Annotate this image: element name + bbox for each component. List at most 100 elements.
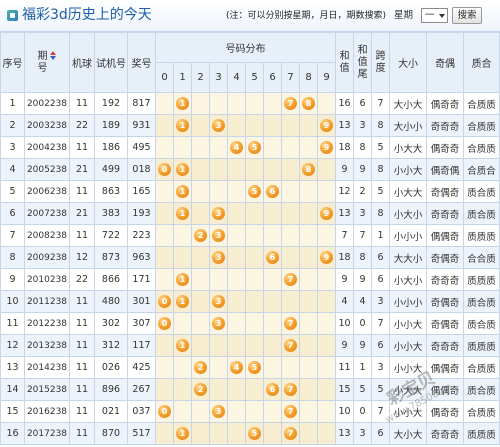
machine-ball-cell: 11 — [69, 400, 95, 423]
sort-icon[interactable] — [49, 50, 57, 60]
distribution-cell-6 — [263, 334, 282, 357]
number-ball: 7 — [284, 273, 297, 286]
number-ball: 3 — [212, 207, 225, 220]
span-cell: 8 — [371, 158, 391, 181]
parity-pattern-cell: 奇奇奇 — [426, 268, 465, 291]
distribution-cell-6 — [263, 114, 282, 137]
distribution-cell-7: 7 — [281, 422, 300, 445]
sum-tail-cell: 5 — [353, 378, 373, 401]
distribution-cell-4: 4 — [227, 356, 246, 379]
row-index: 16 — [0, 422, 25, 445]
distribution-cell-8 — [299, 422, 318, 445]
distribution-cell-0 — [155, 224, 174, 247]
distribution-cell-7 — [281, 114, 300, 137]
machine-ball-cell: 11 — [69, 378, 95, 401]
distribution-cell-9 — [316, 400, 337, 423]
span-cell: 7 — [371, 92, 391, 115]
distribution-cell-1 — [173, 400, 192, 423]
digit-header-5: 5 — [245, 62, 264, 93]
distribution-cell-2: 2 — [191, 224, 210, 247]
distribution-cell-7: 7 — [281, 312, 300, 335]
size-pattern-cell: 大小小 — [389, 114, 428, 137]
distribution-cell-5 — [245, 268, 264, 291]
number-ball: 5 — [248, 185, 261, 198]
parity-pattern-cell: 偶偶奇 — [426, 356, 465, 379]
row-index: 8 — [0, 246, 25, 269]
prime-composite-cell: 合质合 — [463, 158, 500, 181]
distribution-cell-3 — [209, 378, 228, 401]
test-number-cell: 499 — [94, 158, 128, 181]
draw-number-cell: 117 — [127, 334, 156, 357]
draw-number-cell: 963 — [127, 246, 156, 269]
parity-pattern-cell: 偶奇偶 — [426, 158, 465, 181]
distribution-cell-5: 5 — [245, 136, 264, 159]
prime-composite-cell: 质质质 — [463, 334, 500, 357]
parity-pattern-cell: 奇偶奇 — [426, 312, 465, 335]
distribution-cell-2 — [191, 136, 210, 159]
distribution-cell-4 — [227, 400, 246, 423]
sum-cell: 9 — [335, 268, 355, 291]
digit-header-1: 1 — [173, 62, 192, 93]
distribution-cell-5 — [245, 114, 264, 137]
sum-cell: 15 — [335, 378, 355, 401]
weekday-select[interactable]: 一 — [421, 8, 448, 23]
draw-number-cell: 517 — [127, 422, 156, 445]
number-ball: 1 — [176, 185, 189, 198]
period-cell: 2006238 — [24, 180, 70, 203]
search-button[interactable]: 搜索 — [452, 7, 482, 24]
draw-number-cell: 425 — [127, 356, 156, 379]
table-row: 11 2012238 11 302 307 0 3 7 10 0 7 小小大 奇偶奇 质合质 — [0, 312, 500, 335]
size-pattern-cell: 小小小 — [389, 224, 428, 247]
span-cell: 1 — [371, 224, 391, 247]
distribution-cell-4 — [227, 334, 246, 357]
col-header-span-label: 跨度 — [375, 50, 386, 74]
machine-ball-cell: 22 — [69, 114, 95, 137]
distribution-cell-2 — [191, 92, 210, 115]
digit-header-8: 8 — [299, 62, 318, 93]
table-row: 4 2005238 21 499 018 0 1 8 9 9 8 小小大 偶奇偶 合质合 — [0, 158, 500, 181]
distribution-cell-2 — [191, 422, 210, 445]
draw-number-cell: 018 — [127, 158, 156, 181]
distribution-cell-6: 6 — [263, 378, 282, 401]
number-ball: 0 — [158, 405, 171, 418]
machine-ball-cell: 11 — [69, 290, 95, 313]
distribution-cell-3 — [209, 136, 228, 159]
distribution-cell-5 — [245, 158, 264, 181]
distribution-cell-9: 9 — [316, 246, 337, 269]
col-header-draw-number: 奖号 — [127, 32, 156, 93]
distribution-cell-8 — [299, 202, 318, 225]
sum-cell: 18 — [335, 136, 355, 159]
parity-pattern-cell: 奇偶奇 — [426, 246, 465, 269]
parity-pattern-cell: 偶奇奇 — [426, 400, 465, 423]
draw-number-cell: 037 — [127, 400, 156, 423]
parity-pattern-cell: 偶偶奇 — [426, 378, 465, 401]
digit-header-3: 3 — [209, 62, 228, 93]
distribution-cell-5 — [245, 92, 264, 115]
size-pattern-cell: 大大小 — [389, 246, 428, 269]
number-ball: 6 — [266, 251, 279, 264]
number-ball: 1 — [176, 97, 189, 110]
machine-ball-cell: 12 — [69, 246, 95, 269]
digit-header-4: 4 — [227, 62, 246, 93]
prime-composite-cell: 合质质 — [463, 92, 500, 115]
distribution-cell-4 — [227, 378, 246, 401]
distribution-cell-8 — [299, 224, 318, 247]
distribution-cell-7 — [281, 290, 300, 313]
span-cell: 7 — [371, 400, 391, 423]
table-row: 6 2007238 21 383 193 1 3 9 13 3 8 小大小 奇奇奇 质合质 — [0, 202, 500, 225]
col-header-period[interactable]: 期号 — [24, 32, 70, 93]
parity-pattern-cell: 奇奇奇 — [426, 114, 465, 137]
test-number-cell: 873 — [94, 246, 128, 269]
distribution-cell-3: 3 — [209, 400, 228, 423]
table-row: 16 2017238 11 870 517 1 5 7 13 3 6 大小大 奇奇奇 质质质 — [0, 422, 500, 445]
draw-number-cell: 193 — [127, 202, 156, 225]
distribution-cell-0 — [155, 136, 174, 159]
number-ball: 3 — [212, 229, 225, 242]
period-cell: 2003238 — [24, 114, 70, 137]
distribution-cell-6 — [263, 136, 282, 159]
distribution-cell-3 — [209, 356, 228, 379]
distribution-cell-1 — [173, 224, 192, 247]
number-ball: 8 — [302, 163, 315, 176]
distribution-cell-3 — [209, 158, 228, 181]
distribution-cell-8 — [299, 400, 318, 423]
